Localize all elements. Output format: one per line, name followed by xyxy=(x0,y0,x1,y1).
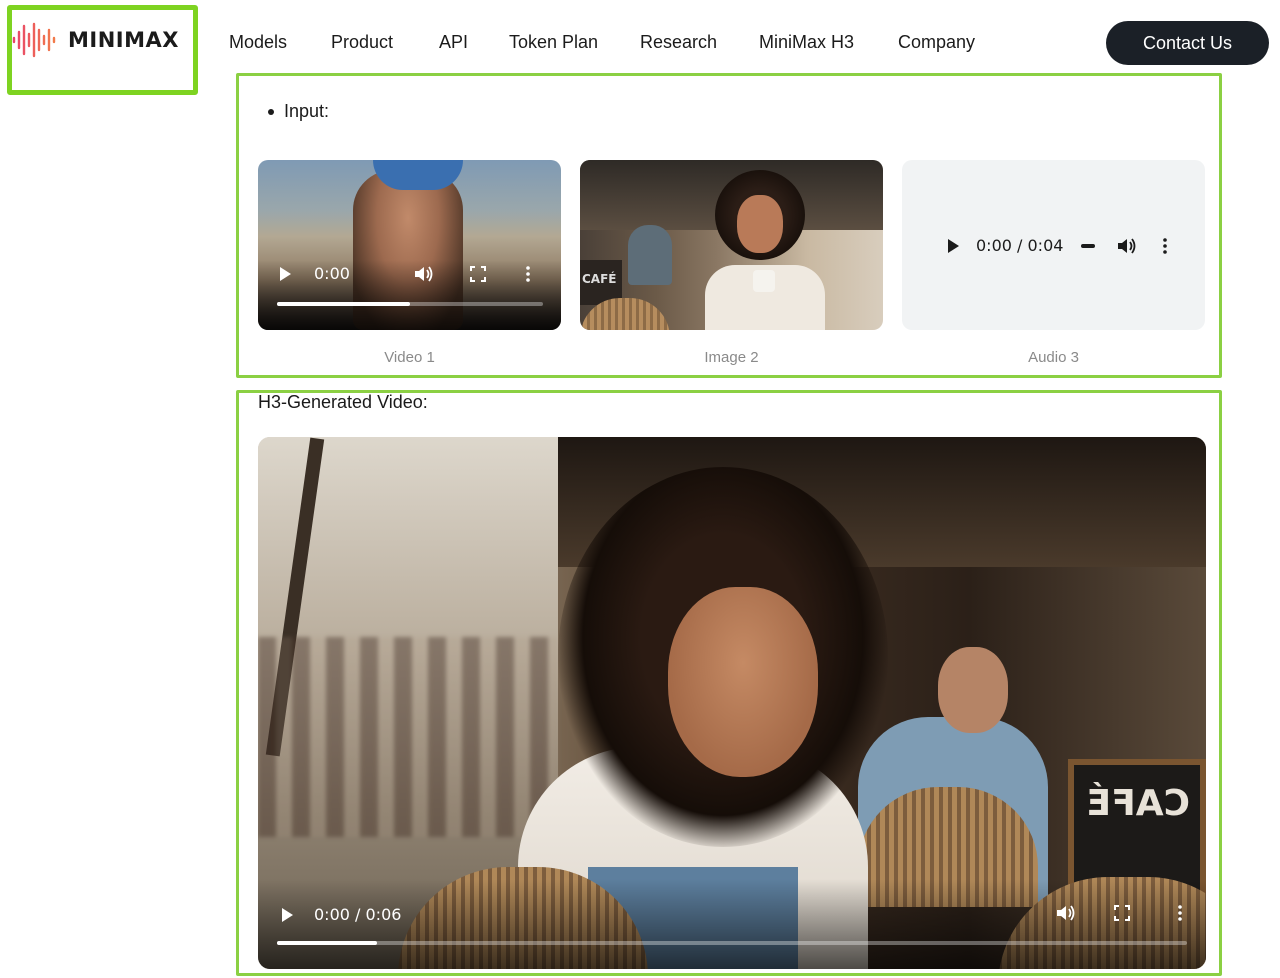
bullet-icon xyxy=(268,108,274,115)
fullscreen-icon[interactable] xyxy=(1114,905,1130,921)
nav-item-product[interactable]: Product xyxy=(331,32,393,53)
audio-controls: 0:00 / 0:04 xyxy=(946,236,1168,255)
input-audio-player[interactable]: 0:00 / 0:04 xyxy=(902,160,1205,330)
more-options-icon[interactable] xyxy=(1178,905,1182,921)
video-progress-fill xyxy=(277,302,410,306)
play-icon[interactable] xyxy=(280,907,294,923)
audio-progress-track[interactable] xyxy=(1081,243,1096,249)
input-label-text: Input: xyxy=(284,101,330,121)
nav-item-company[interactable]: Company xyxy=(898,32,975,53)
nav-item-api[interactable]: API xyxy=(439,32,468,53)
audio-time: 0:00 / 0:04 xyxy=(976,236,1064,255)
contact-us-button[interactable]: Contact Us xyxy=(1106,21,1269,65)
nav-item-minimax-h3[interactable]: MiniMax H3 xyxy=(759,32,854,53)
waveform-logo-icon xyxy=(12,20,56,60)
video-controls-shade xyxy=(258,879,1206,969)
media-caption-image-2: Image 2 xyxy=(704,349,759,366)
video-controls-right xyxy=(1056,904,1182,922)
volume-icon[interactable] xyxy=(1056,904,1076,922)
output-label: H3-Generated Video: xyxy=(258,392,428,412)
nav-item-models[interactable]: Models xyxy=(229,32,287,53)
video-controls: 0:00 xyxy=(278,264,530,283)
video-progress-track[interactable] xyxy=(277,302,543,306)
video-time: 0:00 / 0:06 xyxy=(314,905,402,924)
nav-item-research[interactable]: Research xyxy=(640,32,717,53)
brand-logo[interactable]: MINIMAX xyxy=(12,20,179,60)
media-caption-video-1: Video 1 xyxy=(384,349,435,366)
play-icon[interactable] xyxy=(946,238,960,254)
video-frame-woman-face xyxy=(668,587,818,777)
video-frame-crowd xyxy=(258,637,558,837)
more-options-icon[interactable] xyxy=(526,265,530,282)
video-controls-left: 0:00 / 0:06 xyxy=(280,905,401,924)
input-image: CAFÉ xyxy=(580,160,883,330)
brand-name: MINIMAX xyxy=(68,28,179,52)
play-icon[interactable] xyxy=(278,266,292,282)
fullscreen-icon[interactable] xyxy=(469,265,486,282)
volume-icon[interactable] xyxy=(414,265,434,283)
generated-video-player[interactable]: CAFÉ 0:00 / 0:06 xyxy=(258,437,1206,969)
input-label: Input: xyxy=(268,101,329,122)
media-caption-audio-3: Audio 3 xyxy=(1028,349,1079,366)
video-progress-track[interactable] xyxy=(277,941,1187,945)
video-time: 0:00 xyxy=(314,264,350,283)
image-background-person xyxy=(628,225,672,285)
image-woman xyxy=(705,170,835,330)
cup xyxy=(753,270,775,292)
more-options-icon[interactable] xyxy=(1163,237,1168,254)
input-video-player[interactable]: 0:00 xyxy=(258,160,561,330)
volume-icon[interactable] xyxy=(1117,237,1137,255)
video-progress-fill xyxy=(277,941,378,945)
nav-item-token-plan[interactable]: Token Plan xyxy=(509,32,598,53)
